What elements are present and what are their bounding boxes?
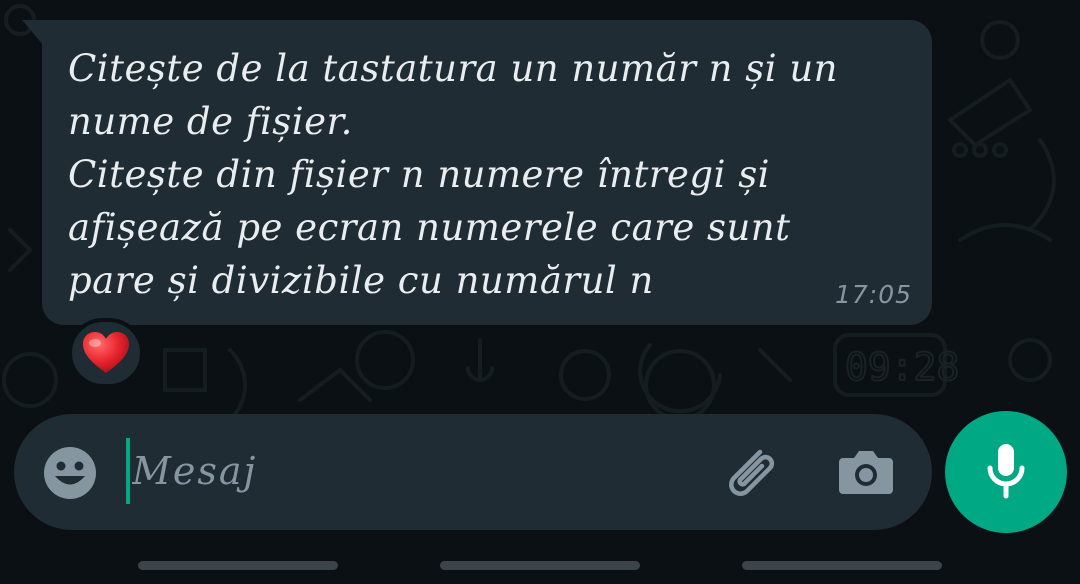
received-message-bubble[interactable]: Citește de la tastatura un număr n și un… bbox=[42, 20, 932, 325]
nav-bar-segment-left bbox=[138, 561, 338, 570]
message-input[interactable] bbox=[132, 436, 692, 506]
camera-icon bbox=[839, 451, 893, 494]
chat-screen: 09:28 Citește de la tastatura un număr n… bbox=[0, 0, 1080, 584]
emoji-face-icon bbox=[44, 447, 96, 499]
nav-bar-segment-right bbox=[742, 561, 942, 570]
message-composer bbox=[14, 414, 932, 530]
heart-icon bbox=[83, 332, 129, 373]
nav-bar-segment-center bbox=[440, 561, 640, 570]
microphone-icon bbox=[987, 444, 1025, 499]
text-cursor bbox=[126, 438, 130, 504]
camera-button[interactable] bbox=[837, 444, 895, 500]
message-bubble-tail bbox=[22, 20, 44, 46]
paperclip-icon bbox=[729, 449, 775, 496]
svg-text:09:28: 09:28 bbox=[845, 345, 959, 389]
message-timestamp: 17:05 bbox=[834, 280, 912, 309]
emoji-button[interactable] bbox=[42, 445, 98, 501]
attach-button[interactable] bbox=[720, 442, 782, 504]
voice-record-button[interactable] bbox=[945, 411, 1067, 533]
reaction-badge[interactable] bbox=[68, 318, 144, 388]
message-text: Citește de la tastatura un număr n și un… bbox=[68, 47, 838, 302]
